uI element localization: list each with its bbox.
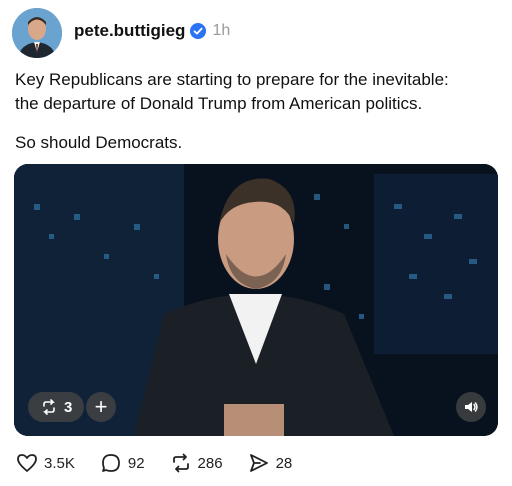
post-text-line: So should Democrats. <box>15 133 183 152</box>
post-text-line: Key Republicans are starting to prepare … <box>15 70 449 89</box>
repost-icon <box>172 453 189 473</box>
sound-toggle-button[interactable] <box>456 392 486 422</box>
comment-icon <box>101 454 120 472</box>
post-text: Key Republicans are starting to prepare … <box>15 68 505 116</box>
repost-count-pill[interactable]: 3 <box>28 392 85 422</box>
like-button[interactable]: 3.5K <box>16 452 75 474</box>
speaker-icon <box>465 402 478 412</box>
plus-icon: + <box>94 394 108 419</box>
send-icon <box>249 454 268 472</box>
add-button[interactable]: + <box>86 392 116 422</box>
reply-count: 92 <box>127 454 145 472</box>
profile-photo <box>12 8 62 58</box>
share-button[interactable]: 28 <box>248 452 293 474</box>
video-player[interactable]: 3 + <box>14 164 498 436</box>
heart-icon <box>17 454 37 472</box>
post-text-line: the departure of Donald Trump from Ameri… <box>15 94 423 113</box>
repost-button[interactable]: 286 <box>170 452 223 474</box>
repost-count: 3 <box>64 398 73 416</box>
reply-button[interactable]: 92 <box>100 452 145 474</box>
repost-icon <box>43 399 55 415</box>
username[interactable]: pete.buttigieg <box>74 21 185 41</box>
verified-icon <box>190 23 207 39</box>
video-frame <box>14 164 498 436</box>
share-count: 28 <box>275 454 293 472</box>
post-header: pete.buttigieg 1h <box>74 21 230 41</box>
like-count: 3.5K <box>44 454 75 472</box>
post-time: 1h <box>212 22 231 39</box>
post-actions: 3.5K 92 286 28 <box>16 452 317 474</box>
avatar[interactable] <box>12 8 62 58</box>
repost-count: 286 <box>197 454 223 472</box>
